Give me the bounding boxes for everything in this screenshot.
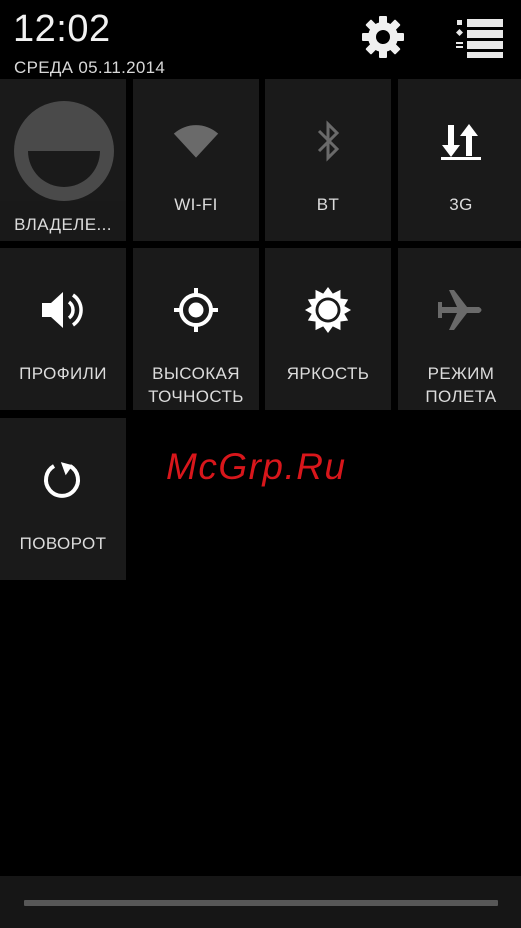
tile-label: ПОВОРОТ xyxy=(19,534,107,553)
watermark: McGrp.Ru xyxy=(166,446,347,487)
tile-airplane-mode[interactable]: РЕЖИМ ПОЛЕТА xyxy=(398,248,521,410)
tile-location[interactable]: ВЫСОКАЯ ТОЧНОСТЬ xyxy=(133,248,259,410)
tile-brightness[interactable]: ЯРКОСТЬ xyxy=(265,248,391,410)
settings-button[interactable] xyxy=(358,14,408,64)
tile-label: ВЫСОКАЯ ТОЧНОСТЬ xyxy=(148,364,244,406)
rotate-icon xyxy=(39,456,87,504)
list-settings-button[interactable] xyxy=(455,14,505,64)
tile-label: РЕЖИМ ПОЛЕТА xyxy=(425,364,497,406)
brightness-icon xyxy=(304,286,352,334)
airplane-icon xyxy=(437,286,485,334)
tile-owner[interactable]: ВЛАДЕЛЕ... xyxy=(0,79,126,241)
tile-3g[interactable]: 3G xyxy=(398,79,521,241)
date: СРЕДА 05.11.2014 xyxy=(14,58,166,77)
tile-label: ВЛАДЕЛЕ... xyxy=(14,215,112,234)
tile-wifi[interactable]: WI-FI xyxy=(133,79,259,241)
mobile-data-icon xyxy=(437,117,485,165)
tile-label: WI-FI xyxy=(174,195,218,214)
panel-bottom-bar xyxy=(0,876,521,928)
list-settings-icon xyxy=(454,15,506,64)
tile-label: BT xyxy=(316,195,340,214)
gear-icon xyxy=(361,15,405,64)
tile-rotation[interactable]: ПОВОРОТ xyxy=(0,418,126,580)
bluetooth-icon xyxy=(304,117,352,165)
tile-label: ЯРКОСТЬ xyxy=(286,364,370,383)
status-header: 12:02 СРЕДА 05.11.2014 xyxy=(0,0,521,78)
avatar xyxy=(14,101,114,201)
tile-label: 3G xyxy=(449,195,473,214)
drag-handle[interactable] xyxy=(24,900,498,906)
wifi-icon xyxy=(172,117,220,165)
tile-profiles[interactable]: ПРОФИЛИ xyxy=(0,248,126,410)
clock: 12:02 xyxy=(13,8,111,50)
tile-bluetooth[interactable]: BT xyxy=(265,79,391,241)
volume-icon xyxy=(39,286,87,334)
tile-label: ПРОФИЛИ xyxy=(19,364,107,383)
location-icon xyxy=(172,286,220,334)
